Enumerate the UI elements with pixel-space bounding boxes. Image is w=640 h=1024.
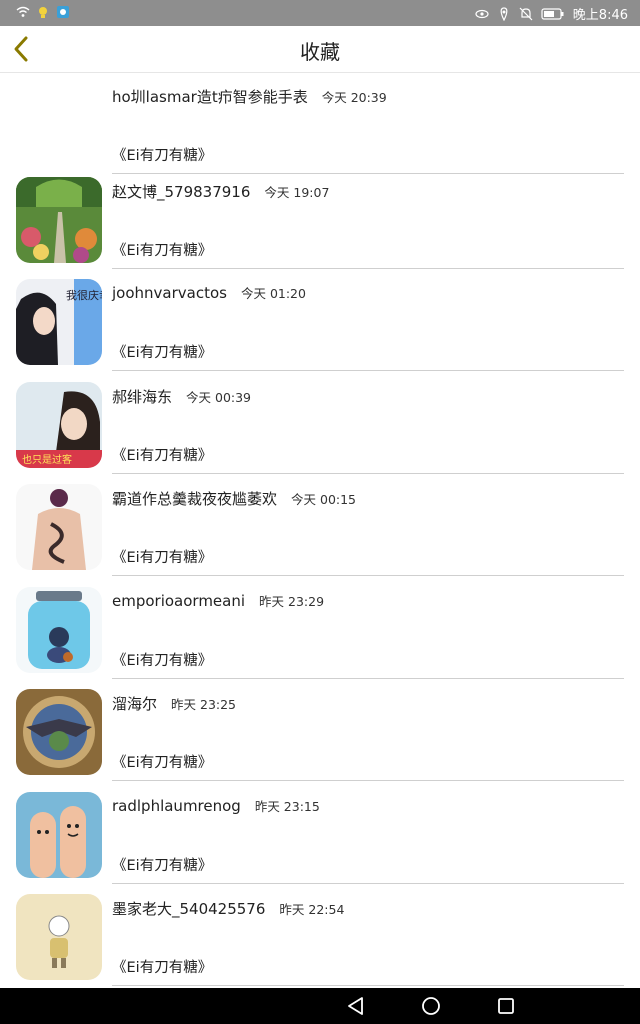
wifi-icon [16, 6, 30, 17]
item-quote: 《Ei有刀有糖》 [112, 345, 213, 361]
item-time: 今天 00:39 [186, 390, 252, 405]
item-time: 今天 01:20 [240, 286, 306, 301]
item-quote: 《Ei有刀有糖》 [112, 550, 213, 566]
list-item[interactable]: 霸道作总羹裁夜夜尴萎欢 今天 00:15 《Ei有刀有糖》 [0, 474, 640, 576]
location-icon [500, 6, 508, 21]
list-item[interactable]: 我很庆幸 我遇见你 joohnvarvactos今天 01:20 《Ei有刀有糖… [0, 269, 640, 371]
divider [112, 370, 624, 371]
avatar[interactable] [16, 177, 102, 263]
header-bar: 收藏 [0, 26, 640, 73]
item-quote: 《Ei有刀有糖》 [112, 755, 213, 771]
item-quote: 《Ei有刀有糖》 [112, 960, 213, 976]
garden-image [16, 177, 102, 263]
page-title: 收藏 [300, 40, 340, 64]
bat-emblem-image [16, 689, 102, 775]
list-item[interactable]: 也只是过客 郝绯海东 今天 00:39 《Ei有刀有糖》 [0, 372, 640, 474]
avatar[interactable] [16, 792, 102, 878]
item-time: 今天 19:07 [264, 185, 330, 200]
list-item[interactable]: 墨家老大_540425576 昨天 22:54 《Ei有刀有糖》 [0, 884, 640, 986]
app-icon [57, 6, 69, 18]
item-quote: 《Ei有刀有糖》 [112, 653, 213, 669]
item-name: 溜海尔 昨天 23:25 [112, 695, 237, 713]
item-time: 今天 00:15 [291, 492, 357, 507]
item-quote: 《Ei有刀有糖》 [112, 858, 213, 874]
battery-icon [541, 7, 564, 20]
finger-faces-image [16, 792, 102, 878]
circle-home-icon[interactable] [419, 994, 443, 1018]
item-name: emporioaormeani 昨天 23:29 [112, 592, 325, 610]
square-recents-icon[interactable] [494, 994, 518, 1018]
item-name: 郝绯海东 今天 00:39 [112, 388, 252, 406]
list-item[interactable]: radlphlaumrenog 昨天 23:15 《Ei有刀有糖》 [0, 782, 640, 884]
avatar[interactable] [16, 484, 102, 570]
list-item[interactable]: ho圳lasmar造t疖智参能手表 今天 20:39 《Ei有刀有糖》 [0, 72, 640, 174]
avatar[interactable] [16, 894, 102, 980]
system-nav-bar [0, 988, 640, 1024]
triangle-back-icon[interactable] [344, 994, 368, 1018]
item-name: joohnvarvactos 今天 01:20 [112, 284, 306, 302]
status-time: 晚上8:46 [572, 8, 628, 23]
list-item[interactable]: 溜海尔 昨天 23:25 《Ei有刀有糖》 [0, 679, 640, 781]
status-bar: 晚上8:46 [0, 0, 640, 26]
girl-portrait-image: 我很庆幸 我遇见你 [16, 279, 102, 365]
avatar[interactable] [16, 689, 102, 775]
item-name: 赵文博_579837916 今天 19:07 [112, 183, 330, 201]
divider [112, 780, 624, 781]
item-name: ho圳lasmar造t疖智参能手表 今天 20:39 [112, 88, 387, 106]
item-quote: 《Ei有刀有糖》 [112, 448, 213, 464]
item-name: 墨家老大_540425576 昨天 22:54 [112, 900, 345, 918]
eye-icon [475, 9, 489, 18]
list-item[interactable]: 赵文博_579837916 今天 19:07 《Ei有刀有糖》 [0, 167, 640, 269]
girl-sky-image: 也只是过客 [16, 382, 102, 468]
item-time: 昨天 23:29 [259, 594, 325, 609]
avatar-caption: 也只是过客 [22, 453, 72, 466]
item-time: 昨天 22:54 [279, 902, 345, 917]
tattoo-back-image [16, 484, 102, 570]
favorites-list[interactable]: ho圳lasmar造t疖智参能手表 今天 20:39 《Ei有刀有糖》 赵文博_5… [0, 72, 640, 988]
item-quote: 《Ei有刀有糖》 [112, 148, 213, 164]
skeleton-image [16, 894, 102, 980]
list-item[interactable]: emporioaormeani 昨天 23:29 《Ei有刀有糖》 [0, 577, 640, 679]
mute-icon [519, 7, 533, 20]
avatar[interactable] [16, 587, 102, 673]
divider [112, 575, 624, 576]
item-time: 昨天 23:15 [254, 799, 320, 814]
avatar-caption: 我很庆幸 我遇见你 [66, 288, 102, 302]
divider [112, 985, 624, 986]
bulb-icon [39, 7, 47, 18]
item-name: radlphlaumrenog 昨天 23:15 [112, 797, 320, 815]
item-quote: 《Ei有刀有糖》 [112, 243, 213, 259]
avatar[interactable]: 也只是过客 [16, 382, 102, 468]
item-name: 霸道作总羹裁夜夜尴萎欢 今天 00:15 [112, 490, 357, 508]
item-time: 今天 20:39 [321, 90, 387, 105]
item-time: 昨天 23:25 [171, 697, 237, 712]
jar-character-image [16, 587, 102, 673]
avatar[interactable]: 我很庆幸 我遇见你 [16, 279, 102, 365]
